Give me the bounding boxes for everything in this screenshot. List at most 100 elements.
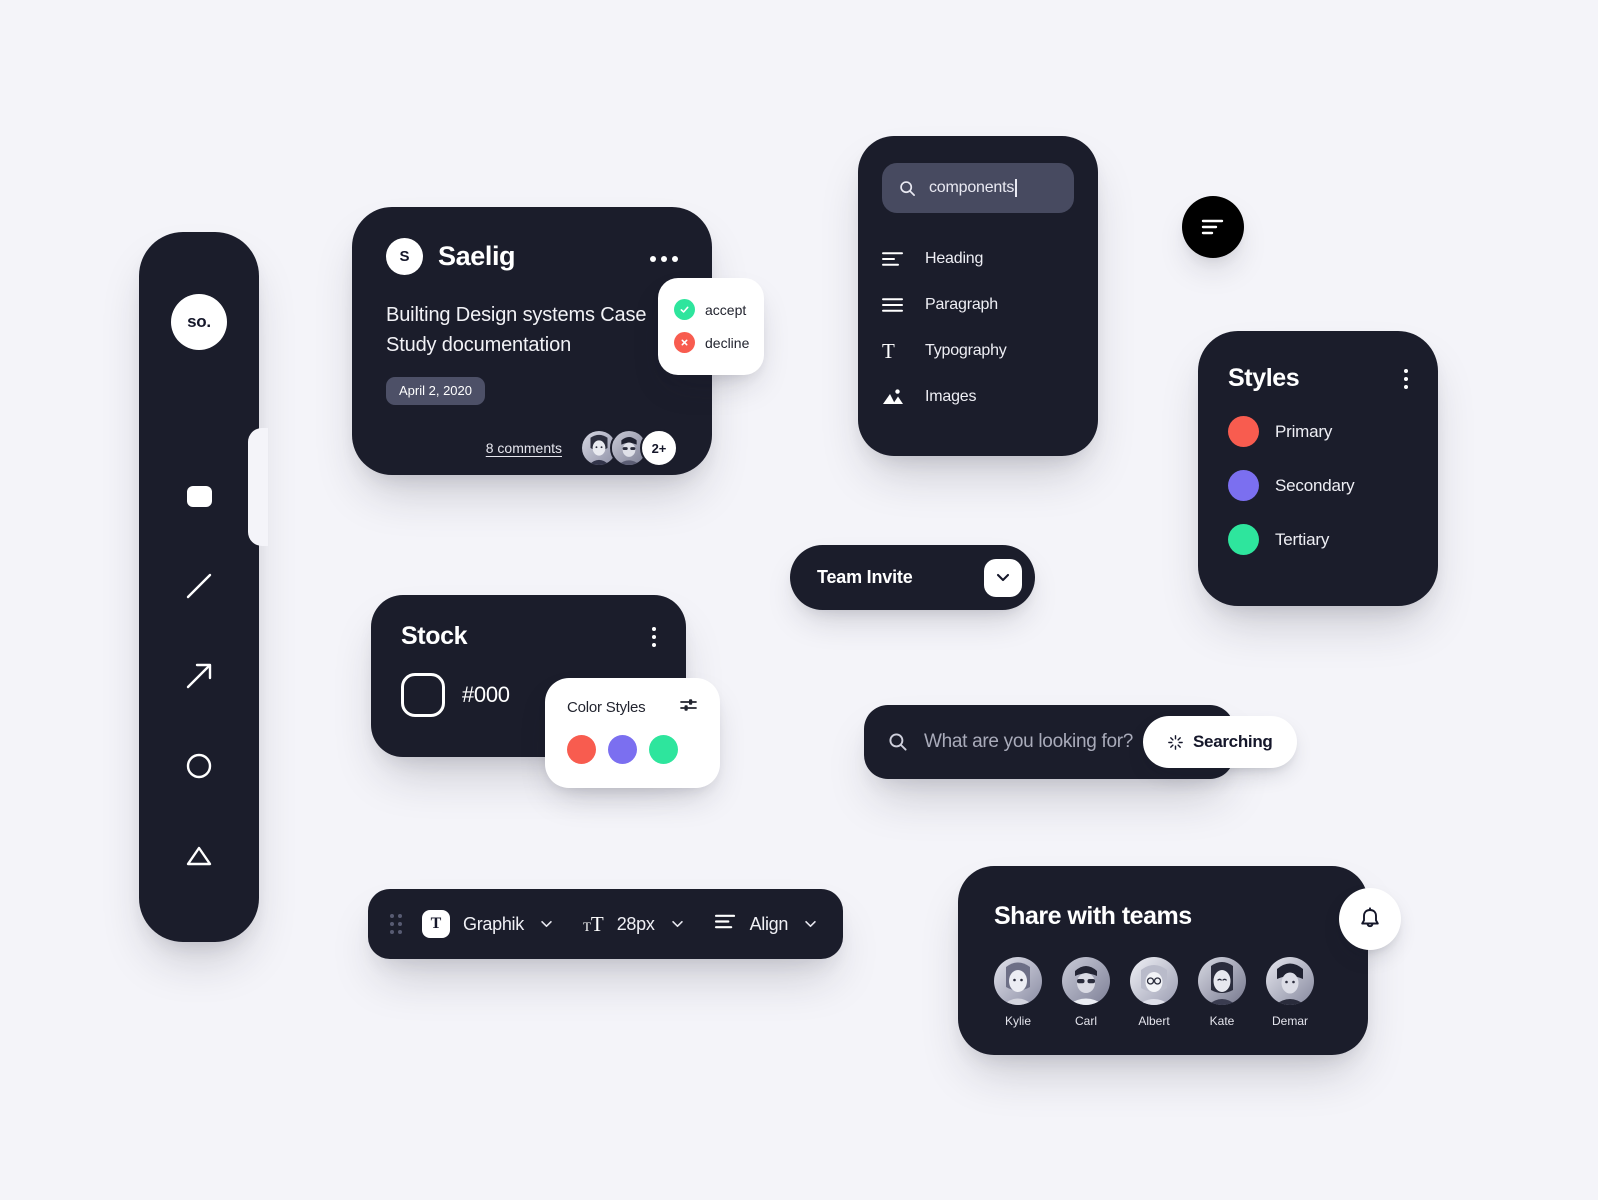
list-item-typography[interactable]: T Typography	[882, 328, 1074, 374]
tool-list	[171, 468, 227, 884]
styles-panel: Styles Primary Secondary Tertiary	[1198, 331, 1438, 606]
post-card-footer: 8 comments 2+	[386, 429, 678, 467]
list-item-demar[interactable]: Demar	[1266, 957, 1314, 1028]
font-family-selector[interactable]: T Graphik	[422, 910, 553, 938]
list-item-paragraph[interactable]: Paragraph	[882, 282, 1074, 328]
chevron-down-icon[interactable]	[804, 915, 817, 933]
list-item-heading[interactable]: Heading	[882, 236, 1074, 282]
drag-grip-icon[interactable]	[390, 914, 402, 934]
font-chip-icon: T	[422, 910, 450, 938]
comments-link[interactable]: 8 comments	[486, 440, 562, 456]
list-item-label: Secondary	[1275, 475, 1355, 495]
color-swatch[interactable]	[567, 735, 596, 764]
list-item-label: Images	[925, 388, 977, 405]
font-family-value: Graphik	[463, 913, 524, 934]
share-with-teams-card: Share with teams Kylie Carl Albert Kate …	[958, 866, 1368, 1055]
notifications-button[interactable]	[1339, 888, 1401, 950]
list-item-primary[interactable]: Primary	[1228, 416, 1408, 447]
sidebar-item-ellipse-tool[interactable]	[171, 738, 227, 794]
avatar	[1266, 957, 1314, 1005]
circle-icon	[186, 753, 212, 779]
filter-button[interactable]	[1182, 196, 1244, 258]
page-title: Styles	[1228, 364, 1300, 392]
person-name: Carl	[1074, 1014, 1097, 1028]
list-item-kate[interactable]: Kate	[1198, 957, 1246, 1028]
person-name: Demar	[1271, 1014, 1308, 1028]
styles-panel-header: Styles	[1228, 364, 1408, 393]
search-input[interactable]: components	[882, 163, 1074, 213]
text-cursor	[1015, 179, 1017, 197]
heading-align-icon	[882, 251, 908, 267]
stock-card-header: Stock	[401, 622, 656, 651]
menu-item-accept[interactable]: accept	[658, 293, 764, 326]
paragraph-lines-icon	[882, 297, 908, 313]
list-item-label: Tertiary	[1275, 529, 1330, 549]
page-title: Share with teams	[994, 902, 1192, 930]
color-swatch	[1228, 524, 1259, 555]
sidebar-item-triangle-tool[interactable]	[171, 828, 227, 884]
font-size-selector[interactable]: TT 28px	[583, 913, 684, 935]
search-input-value: components	[929, 179, 1015, 196]
square-icon	[186, 485, 212, 507]
components-panel: components Heading Paragraph T Typograph…	[858, 136, 1098, 456]
person-name: Albert	[1138, 1014, 1170, 1028]
list-item-images[interactable]: Images	[882, 374, 1074, 420]
search-icon	[889, 733, 907, 751]
list-item-kylie[interactable]: Kylie	[994, 957, 1042, 1028]
stock-hex-value: #000	[462, 682, 510, 707]
searching-label: Searching	[1193, 732, 1273, 751]
list-item-albert[interactable]: Albert	[1130, 957, 1178, 1028]
list-item-secondary[interactable]: Secondary	[1228, 470, 1408, 501]
color-styles-swatches	[567, 735, 698, 764]
list-item-tertiary[interactable]: Tertiary	[1228, 524, 1408, 555]
align-left-icon	[1201, 219, 1224, 235]
team-invite-label: Team Invite	[817, 567, 913, 587]
app-logo[interactable]: so.	[171, 294, 227, 350]
color-styles-popup: Color Styles	[545, 678, 720, 788]
page-title: Stock	[401, 622, 468, 650]
canvas: so. S Saelig Builting Design systems Cas…	[0, 0, 1598, 1200]
more-horizontal-icon[interactable]	[650, 252, 678, 262]
person-name: Kate	[1209, 1014, 1235, 1028]
close-icon	[674, 332, 695, 353]
global-search-placeholder: What are you looking for?	[924, 731, 1134, 752]
check-icon	[674, 299, 695, 320]
list-item-label: Paragraph	[925, 296, 998, 313]
list-item-carl[interactable]: Carl	[1062, 957, 1110, 1028]
align-selector[interactable]: Align	[714, 913, 818, 935]
avatar	[1130, 957, 1178, 1005]
post-title: Builting Design systems Case Study docum…	[386, 304, 647, 356]
extra-avatars-badge[interactable]: 2+	[640, 429, 678, 467]
font-size-value: 28px	[616, 913, 655, 934]
color-swatch[interactable]	[649, 735, 678, 764]
people-list: Kylie Carl Albert Kate Demar	[994, 957, 1332, 1028]
avatar	[1062, 957, 1110, 1005]
sidebar-item-arrow-tool[interactable]	[171, 648, 227, 704]
team-invite-expand-button[interactable]	[984, 558, 1022, 597]
tool-sidebar: so.	[139, 232, 268, 942]
menu-item-decline[interactable]: decline	[658, 326, 764, 359]
sidebar-item-line-tool[interactable]	[171, 558, 227, 614]
chevron-down-icon[interactable]	[540, 915, 553, 933]
accept-decline-popup: accept decline	[658, 278, 764, 375]
sidebar-item-rectangle-tool[interactable]	[171, 468, 227, 524]
post-card-header: S Saelig	[386, 238, 678, 275]
sliders-icon[interactable]	[680, 697, 698, 718]
chevron-down-icon[interactable]	[671, 915, 684, 933]
decline-label: decline	[705, 334, 750, 351]
kebab-menu-icon[interactable]	[652, 626, 656, 647]
arrow-up-right-icon	[186, 663, 212, 689]
typography-toolbar: T Graphik TT 28px Align	[368, 889, 843, 959]
kebab-menu-icon[interactable]	[1404, 368, 1408, 389]
search-icon	[900, 180, 915, 196]
team-invite-pill[interactable]: Team Invite	[790, 545, 1035, 610]
color-swatch	[1228, 470, 1259, 501]
list-item-label: Heading	[925, 250, 984, 267]
spinner-icon	[1168, 734, 1183, 750]
color-swatch[interactable]	[401, 673, 445, 717]
color-swatch[interactable]	[608, 735, 637, 764]
avatar	[1198, 957, 1246, 1005]
post-author: Saelig	[438, 241, 516, 271]
searching-button[interactable]: Searching	[1143, 716, 1297, 768]
chevron-down-icon	[996, 573, 1010, 582]
